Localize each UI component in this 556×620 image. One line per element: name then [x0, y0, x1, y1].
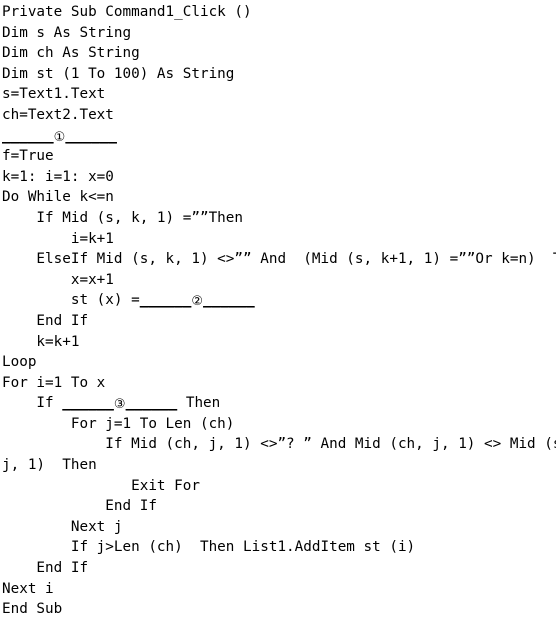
- code-line: Do While k<=n: [2, 187, 556, 208]
- blank-three: ______③______: [62, 395, 177, 411]
- code-text: k=k+1: [2, 333, 80, 350]
- code-text: Do While k<=n: [2, 189, 114, 206]
- code-text: f=True: [2, 148, 54, 165]
- code-listing: Private Sub Command1_Click () Dim s As St…: [0, 0, 556, 620]
- blank-marker: ②: [191, 294, 204, 310]
- code-line: st (x) =______②______: [2, 290, 556, 311]
- code-text: st (x) =: [2, 292, 140, 309]
- code-text: For j=1 To Len (ch): [2, 415, 235, 432]
- code-text: Loop: [2, 354, 37, 371]
- code-line: End Sub: [2, 599, 556, 620]
- blank-rule-left: ______: [139, 292, 192, 309]
- code-text: If Mid (ch, j, 1) <>”? ” And Mid (ch, j,…: [2, 436, 556, 453]
- code-line: ch=Text2.Text: [2, 105, 556, 126]
- code-text: Then: [177, 395, 221, 412]
- code-line: Next j: [2, 517, 556, 538]
- code-text: Private Sub Command1_Click (): [2, 4, 252, 20]
- code-text: s=Text1.Text: [2, 86, 106, 103]
- code-text: If Mid (s, k, 1) =””Then: [2, 209, 244, 226]
- blank-marker: ③: [113, 397, 126, 413]
- code-line: Loop: [2, 352, 556, 373]
- code-line: If Mid (ch, j, 1) <>”? ” And Mid (ch, j,…: [2, 434, 556, 455]
- code-line: Dim st (1 To 100) As String: [2, 64, 556, 85]
- code-line: Next i: [2, 579, 556, 600]
- code-text: i=k+1: [2, 230, 114, 247]
- code-text: Next i: [2, 580, 54, 597]
- code-line: Dim s As String: [2, 23, 556, 44]
- blank-two: ______②______: [140, 292, 255, 308]
- blank-one: ______①______: [2, 128, 117, 144]
- blank-marker: ①: [53, 129, 66, 145]
- code-text: If j>Len (ch) Then List1.AddItem st (i): [2, 539, 416, 556]
- code-line: If Mid (s, k, 1) =””Then: [2, 208, 556, 229]
- blank-rule-left: ______: [62, 395, 114, 412]
- code-text: Exit For: [2, 477, 200, 494]
- code-line: End If: [2, 558, 556, 579]
- blank-rule-left: ______: [2, 127, 54, 144]
- code-line: k=1: i=1: x=0: [2, 167, 556, 188]
- code-text: Dim ch As String: [2, 45, 140, 62]
- code-line: For j=1 To Len (ch): [2, 414, 556, 435]
- code-line: If ______③______ Then: [2, 393, 556, 414]
- code-line: Dim ch As String: [2, 43, 556, 64]
- code-line: End If: [2, 496, 556, 517]
- code-text: Dim st (1 To 100) As String: [2, 65, 235, 82]
- code-line: ______①______: [2, 126, 556, 147]
- code-text: k=1: i=1: x=0: [2, 168, 114, 185]
- code-text: Dim s As String: [2, 24, 132, 41]
- code-text: ElseIf Mid (s, k, 1) <>”” And (Mid (s, k…: [2, 251, 556, 268]
- code-text: End If: [2, 498, 157, 515]
- code-line: End If: [2, 311, 556, 332]
- code-line: s=Text1.Text: [2, 84, 556, 105]
- code-line: Exit For: [2, 476, 556, 497]
- code-line: ElseIf Mid (s, k, 1) <>”” And (Mid (s, k…: [2, 249, 556, 270]
- code-line: Private Sub Command1_Click (): [2, 2, 556, 23]
- code-text: j, 1) Then: [2, 457, 97, 474]
- code-text: ch=Text2.Text: [2, 106, 114, 123]
- code-line: j, 1) Then: [2, 455, 556, 476]
- code-line: x=x+1: [2, 270, 556, 291]
- code-text: End If: [2, 560, 89, 577]
- code-text: If: [2, 395, 63, 412]
- code-text: End Sub: [2, 601, 63, 618]
- code-text: Next j: [2, 518, 123, 535]
- blank-rule-right: ______: [203, 292, 255, 309]
- code-line: k=k+1: [2, 332, 556, 353]
- code-line: f=True: [2, 146, 556, 167]
- code-text: x=x+1: [2, 271, 114, 288]
- code-text: For i=1 To x: [2, 374, 106, 391]
- code-line: If j>Len (ch) Then List1.AddItem st (i): [2, 537, 556, 558]
- blank-rule-right: ______: [125, 395, 178, 412]
- blank-rule-right: ______: [65, 127, 117, 144]
- code-line: For i=1 To x: [2, 373, 556, 394]
- code-line: i=k+1: [2, 229, 556, 250]
- code-text: End If: [2, 312, 89, 329]
